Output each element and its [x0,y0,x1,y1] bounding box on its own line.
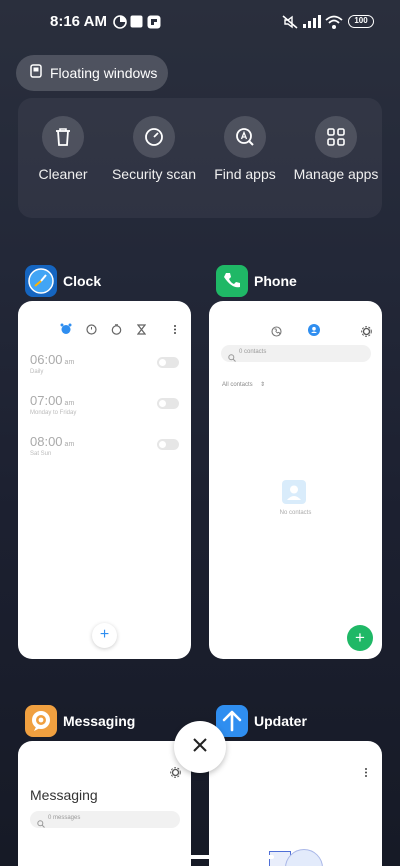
messaging-app-header[interactable]: Messaging [25,705,135,737]
close-all-button[interactable] [174,721,226,773]
clock-app-icon [25,265,57,297]
alarm-repeat: Daily [30,369,44,375]
security-scan-button[interactable]: Security scan [109,116,199,183]
settings-gear-icon [361,324,372,342]
contacts-filter-dropdown[interactable]: All contacts ⇕ [222,373,265,391]
cleaner-button[interactable]: Cleaner [18,116,108,183]
alarm-toggle[interactable] [157,398,179,409]
mute-icon [282,15,298,34]
stopwatch-tab-icon [111,322,122,340]
messaging-app-card[interactable]: Messaging 0 messages [18,741,191,866]
filter-label: All contacts [222,382,253,388]
updater-app-card[interactable] [209,741,382,866]
chevron-updown-icon: ⇕ [260,382,266,388]
search-icon [37,815,45,833]
messages-search-input[interactable]: 0 messages [30,811,180,828]
home-indicator[interactable] [126,855,274,859]
grid-icon [315,116,357,158]
security-scan-icon [133,116,175,158]
phone-app-name: Phone [254,273,297,289]
add-alarm-button[interactable]: + [92,623,117,648]
messaging-app-icon [25,705,57,737]
empty-contacts-icon [282,480,306,504]
signal-icon [303,15,321,33]
alarm-item[interactable]: 08:00 am Sat Sun [30,433,180,457]
floating-windows-label: Floating windows [50,65,158,81]
manage-apps-button[interactable]: Manage apps [291,116,381,183]
recents-tab-icon [271,324,282,342]
find-apps-icon [224,116,266,158]
clock-app-header[interactable]: Clock [25,265,101,297]
contacts-tab-icon [308,323,320,341]
clock-app-name: Clock [63,273,102,289]
alarm-toggle[interactable] [157,439,179,450]
phone-app-card[interactable]: 0 contacts All contacts ⇕ No contacts + [209,301,382,659]
status-time: 8:16 AM [50,13,107,30]
alarm-tab-icon [60,322,72,340]
more-options-icon [173,322,177,340]
empty-contacts-text: No contacts [279,510,312,516]
world-clock-tab-icon [86,322,97,340]
close-icon [192,737,208,758]
alarm-ampm: am [64,441,75,448]
clock-app-card[interactable]: 06:00 am Daily 07:00 am Monday to Friday 0… [18,301,191,659]
alarm-time: 07:00 [30,393,63,408]
alarm-repeat: Sat Sun [30,451,52,457]
timer-tab-icon [136,322,147,340]
messaging-title: Messaging [30,787,98,803]
phone-app-header[interactable]: Phone [216,265,297,297]
alarm-time: 08:00 [30,434,63,449]
alarm-item[interactable]: 07:00 am Monday to Friday [30,392,180,416]
floating-window-icon [30,63,42,83]
updater-app-header[interactable]: Updater [216,705,307,737]
alarm-ampm: am [64,359,75,366]
data-saver-icon [113,15,127,34]
messaging-app-name: Messaging [63,713,136,729]
alarm-item[interactable]: 06:00 am Daily [30,351,180,375]
floating-windows-button[interactable]: Floating windows [16,55,168,91]
trash-icon [42,116,84,158]
search-placeholder: 0 messages [48,815,81,821]
manage-apps-label: Manage apps [293,166,379,182]
security-scan-label: Security scan [111,166,197,182]
find-apps-label: Find apps [214,166,276,182]
search-placeholder: 0 contacts [239,349,267,355]
app-notification-icon [147,15,161,34]
alarm-ampm: am [64,400,75,407]
cleaner-label: Cleaner [38,166,88,182]
find-apps-button[interactable]: Find apps [200,116,290,183]
quick-actions-panel: Cleaner Security scan Find apps Manage a… [18,98,382,218]
alarm-time: 06:00 [30,352,63,367]
updater-app-name: Updater [254,713,307,729]
add-contact-button[interactable]: + [347,625,373,651]
notification-square-icon [130,15,143,33]
search-icon [228,349,236,367]
settings-gear-icon [170,765,181,783]
contacts-search-input[interactable]: 0 contacts [221,345,371,362]
more-options-icon [364,765,368,783]
status-bar: 8:16 AM 100 [0,0,400,44]
battery-indicator: 100 [348,15,374,28]
wifi-icon [325,15,343,34]
alarm-repeat: Monday to Friday [30,410,77,416]
alarm-toggle[interactable] [157,357,179,368]
phone-app-icon [216,265,248,297]
